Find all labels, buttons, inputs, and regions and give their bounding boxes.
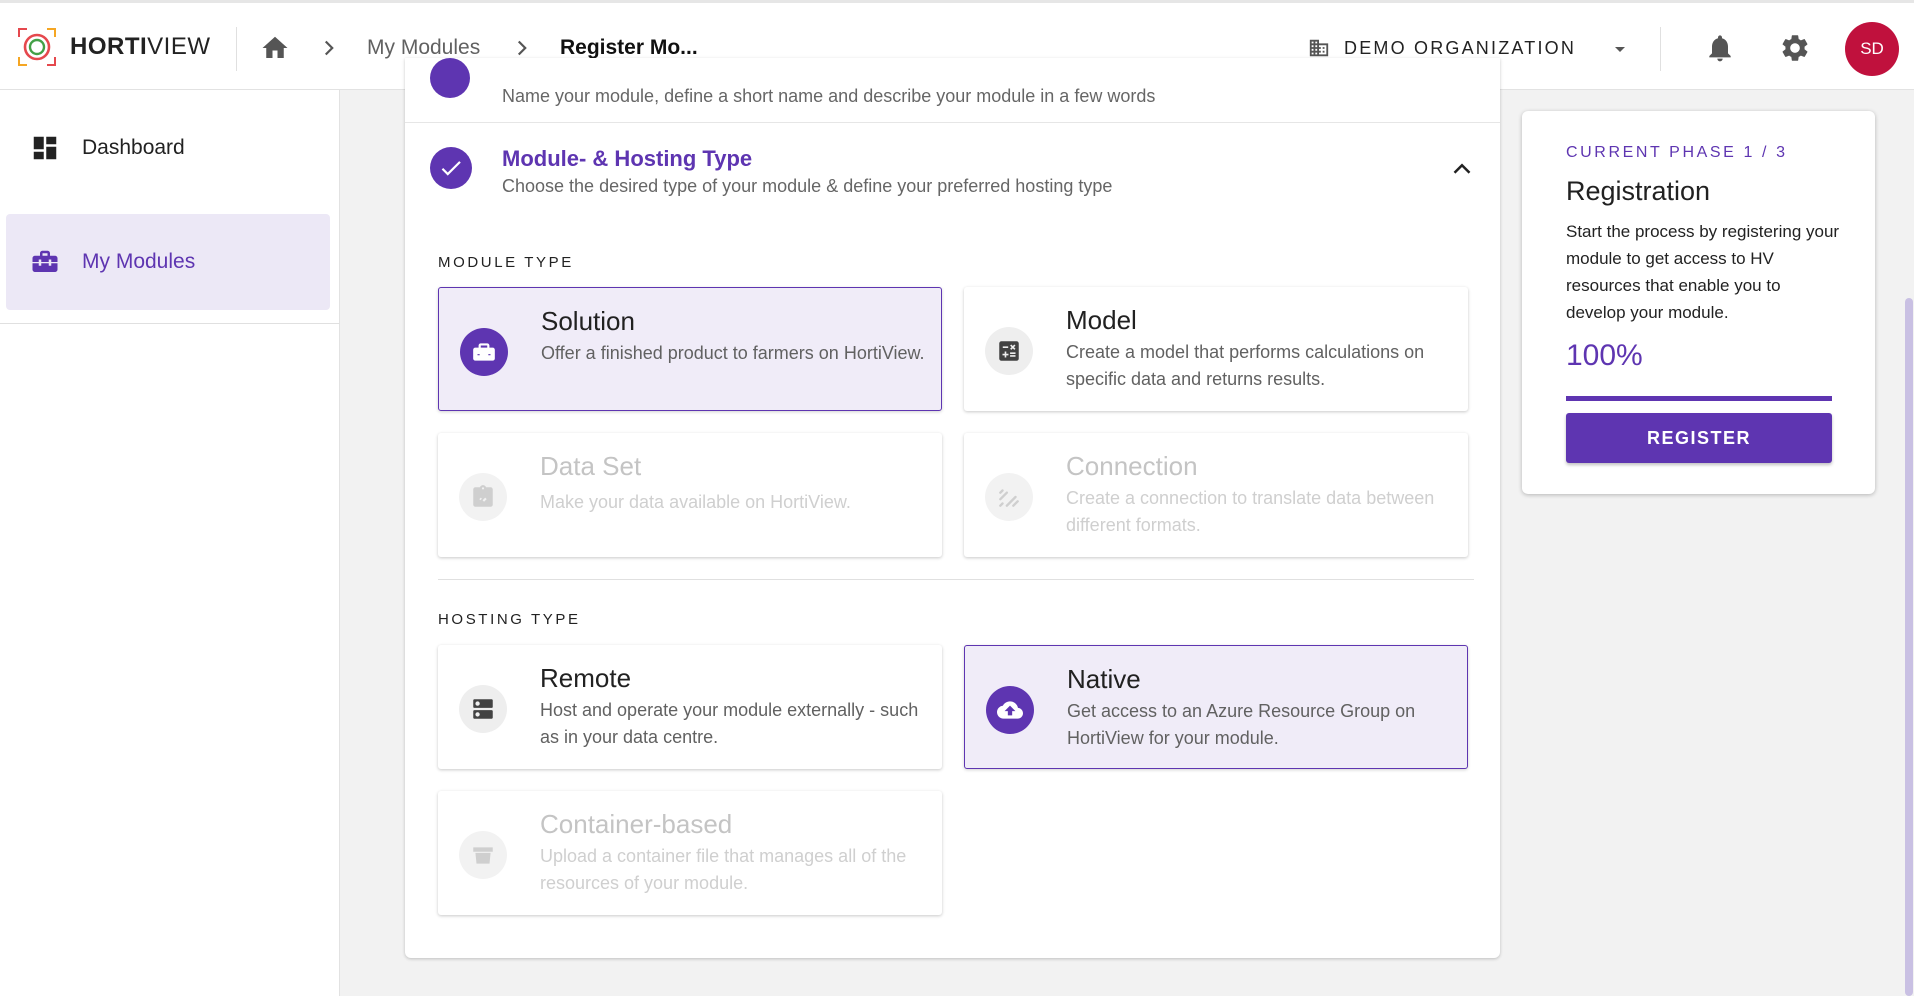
server-icon (459, 685, 507, 733)
building-icon (1309, 39, 1329, 57)
option-description: Make your data available on HortiView. (540, 492, 851, 512)
option-title: Container-based (540, 809, 733, 839)
phase-title: Registration (1566, 176, 1711, 206)
bell-icon[interactable] (1704, 32, 1736, 64)
chevron-up-icon[interactable] (1447, 154, 1477, 184)
phase-progress-fill (1566, 396, 1832, 401)
sidebar-item-dashboard[interactable]: Dashboard (6, 100, 330, 196)
sidebar: Dashboard My Modules (0, 90, 340, 996)
module-type-connection: Connection Create a connection to transl… (964, 433, 1468, 557)
signal-icon (985, 473, 1033, 521)
check-icon (441, 161, 461, 176)
scrollbar-thumb[interactable] (1905, 298, 1913, 996)
code-clipboard-icon (459, 473, 507, 521)
toolbox-icon (460, 328, 508, 376)
logo-text: HORTIVIEW (70, 33, 211, 60)
hosting-type-native[interactable]: Native Get access to an Azure Resource G… (964, 645, 1468, 769)
hortiview-logo-icon (18, 28, 56, 66)
caret-down-icon[interactable] (1608, 37, 1632, 61)
organization-name: DEMO ORGANIZATION (1344, 37, 1577, 58)
step1-description: Name your module, define a short name an… (502, 86, 1156, 106)
module-type-data-set: Data Set Make your data available on Hor… (438, 433, 942, 557)
step1-indicator[interactable] (430, 58, 470, 98)
module-type-model[interactable]: Model Create a model that performs calcu… (964, 287, 1468, 411)
sidebar-item-label: Dashboard (82, 136, 185, 159)
current-phase-card: CURRENT PHASE 1 / 3 Registration Start t… (1522, 111, 1875, 494)
option-description: Offer a finished product to farmers on H… (541, 343, 925, 363)
calculator-icon (985, 327, 1033, 375)
option-title: Model (1066, 305, 1137, 335)
module-type-label: MODULE TYPE (438, 254, 574, 271)
option-description: Get access to an Azure Resource Group on… (1067, 701, 1416, 748)
step2-check-indicator[interactable] (430, 147, 472, 189)
user-avatar[interactable]: SD (1845, 22, 1899, 76)
module-type-solution[interactable]: Solution Offer a finished product to far… (438, 287, 942, 411)
hortiview-logo[interactable]: HORTIVIEW (16, 26, 211, 68)
briefcase-icon (32, 250, 58, 272)
option-title: Data Set (540, 451, 642, 481)
step-divider (405, 122, 1500, 123)
gear-icon[interactable] (1779, 32, 1811, 64)
option-title: Native (1067, 664, 1141, 694)
option-description: Upload a container file that manages all… (540, 846, 907, 893)
phase-progress-percent: 100% (1566, 339, 1643, 372)
phase-label: CURRENT PHASE 1 / 3 (1566, 144, 1788, 161)
section-divider (438, 579, 1474, 580)
option-description: Create a connection to translate data be… (1066, 488, 1435, 535)
phase-description: Start the process by registering your mo… (1566, 222, 1840, 322)
dashboard-icon (33, 136, 57, 160)
home-icon[interactable] (260, 33, 290, 63)
step2-description: Choose the desired type of your module &… (502, 176, 1113, 196)
option-title: Remote (540, 663, 632, 693)
module-registration-stepper: Name your module, define a short name an… (405, 58, 1500, 958)
header-divider (1660, 27, 1661, 71)
hosting-type-remote[interactable]: Remote Host and operate your module exte… (438, 645, 942, 769)
hosting-type-container-based: Container-based Upload a container file … (438, 791, 942, 915)
hosting-type-label: HOSTING TYPE (438, 611, 581, 628)
step2-title[interactable]: Module- & Hosting Type (502, 146, 752, 172)
phase-progress-bar (1566, 396, 1832, 401)
sidebar-divider (0, 323, 340, 324)
cloud-upload-icon (986, 686, 1034, 734)
container-icon (459, 831, 507, 879)
chevron-right-icon (324, 40, 334, 56)
option-title: Solution (541, 306, 635, 336)
sidebar-item-label: My Modules (82, 250, 196, 273)
register-button[interactable]: REGISTER (1566, 413, 1832, 463)
option-description: Create a model that performs calculation… (1066, 342, 1425, 389)
option-description: Host and operate your module externally … (540, 700, 919, 747)
header-divider (236, 27, 237, 71)
option-title: Connection (1066, 451, 1198, 481)
sidebar-item-my-modules[interactable]: My Modules (6, 214, 330, 310)
